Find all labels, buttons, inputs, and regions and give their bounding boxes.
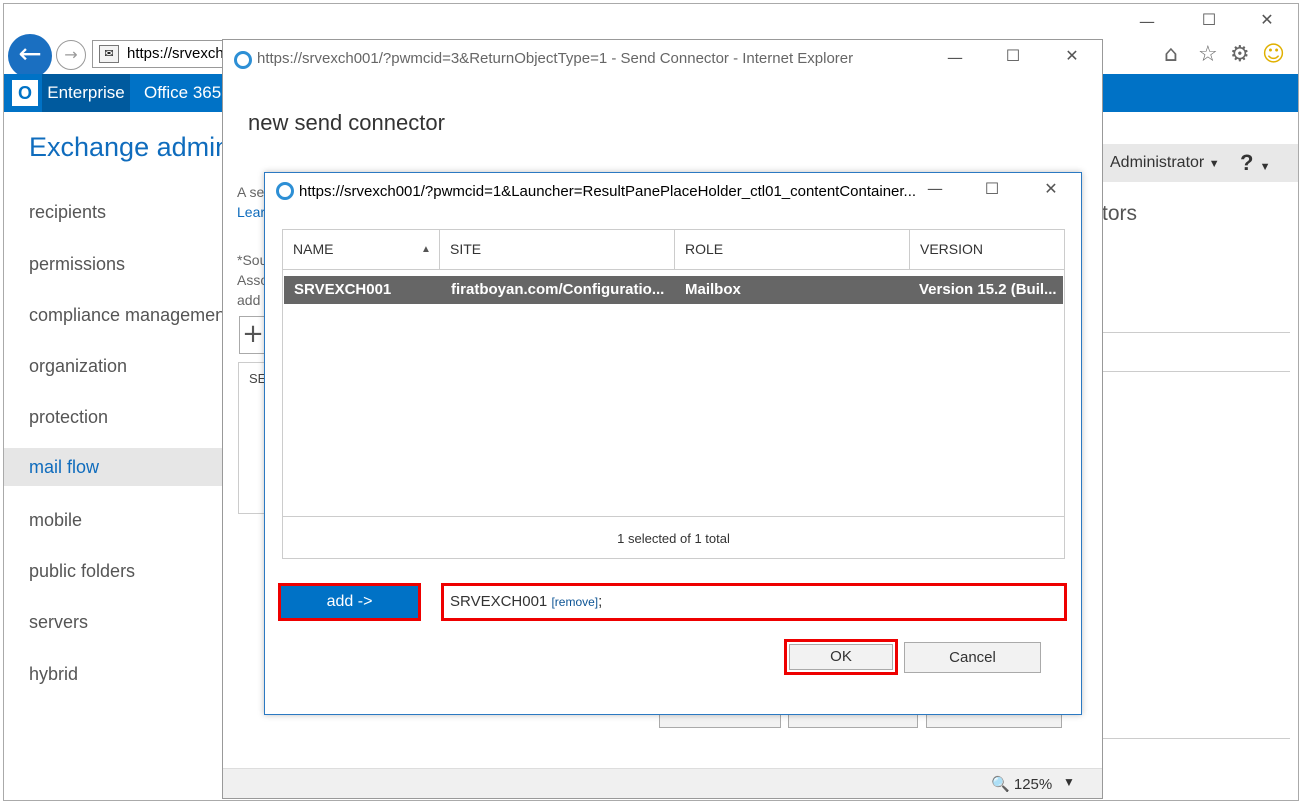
help-icon: ? bbox=[1240, 150, 1254, 175]
enterprise-tab[interactable]: Enterprise bbox=[42, 74, 130, 112]
maximize-button[interactable]: ☐ bbox=[1194, 10, 1224, 29]
column-header-site[interactable]: SITE bbox=[440, 230, 675, 269]
nav-item-recipients[interactable]: recipients bbox=[4, 193, 222, 231]
description-text: A se bbox=[237, 184, 265, 200]
nav-item-organization[interactable]: organization bbox=[4, 347, 222, 385]
nav-item-servers[interactable]: servers bbox=[4, 603, 222, 641]
nav-item-compliance-management[interactable]: compliance management bbox=[4, 296, 222, 334]
status-bar: 🔍 125% ▼ bbox=[223, 768, 1102, 798]
zoom-value: 125% bbox=[1013, 776, 1053, 793]
nav-item-mail-flow[interactable]: mail flow bbox=[4, 448, 222, 486]
admin-menu[interactable]: Administrator ▼ bbox=[1110, 144, 1220, 183]
caret-down-icon: ▼ bbox=[1259, 161, 1271, 173]
divider bbox=[1102, 738, 1290, 739]
caret-down-icon: ▼ bbox=[1208, 158, 1220, 170]
sort-ascending-icon: ▲ bbox=[421, 244, 431, 255]
cancel-button[interactable]: Cancel bbox=[904, 642, 1041, 673]
separator: ; bbox=[598, 593, 603, 610]
grid-header: NAME ▲ SITE ROLE VERSION bbox=[283, 230, 1064, 270]
nav-item-mobile[interactable]: mobile bbox=[4, 501, 222, 539]
learn-more-link[interactable]: Lear bbox=[237, 204, 265, 220]
forward-button[interactable]: → bbox=[56, 40, 86, 70]
maximize-button[interactable]: ☐ bbox=[998, 46, 1028, 65]
window-title: https://srvexch001/?pwmcid=3&ReturnObjec… bbox=[257, 50, 854, 67]
favorites-star-icon[interactable]: ☆ bbox=[1198, 42, 1218, 67]
ok-button-label: OK bbox=[789, 644, 893, 670]
nav-item-hybrid[interactable]: hybrid bbox=[4, 655, 222, 693]
cell-name: SRVEXCH001 bbox=[294, 281, 392, 298]
arrow-left-icon: ← bbox=[18, 37, 42, 70]
column-header-version[interactable]: VERSION bbox=[910, 230, 1065, 269]
admin-label: Administrator bbox=[1110, 154, 1205, 171]
add-text: add bbox=[237, 292, 261, 308]
caret-down-icon[interactable]: ▼ bbox=[1063, 775, 1075, 789]
zoom-level[interactable]: 🔍 125% bbox=[991, 775, 1052, 793]
add-button[interactable]: add -> bbox=[278, 583, 421, 621]
cell-role: Mailbox bbox=[685, 281, 741, 298]
smiley-feedback-icon[interactable]: ☺ bbox=[1262, 42, 1285, 67]
close-button[interactable]: ✕ bbox=[1057, 46, 1087, 65]
close-button[interactable]: ✕ bbox=[1252, 10, 1282, 29]
ok-button[interactable]: OK bbox=[784, 639, 898, 675]
ie-logo-icon bbox=[234, 51, 252, 69]
column-header-name[interactable]: NAME bbox=[283, 230, 440, 269]
server-grid: NAME ▲ SITE ROLE VERSION SRVEXCH001 fira… bbox=[282, 229, 1065, 559]
settings-gear-icon[interactable]: ⚙ bbox=[1230, 42, 1250, 67]
ie-logo-icon bbox=[276, 182, 294, 200]
divider bbox=[1102, 371, 1290, 372]
select-server-dialog: https://srvexch001/?pwmcid=1&Launcher=Re… bbox=[264, 172, 1082, 715]
magnifier-icon: 🔍 bbox=[991, 776, 1010, 793]
nav-item-public-folders[interactable]: public folders bbox=[4, 552, 222, 590]
add-button-label: add -> bbox=[282, 587, 417, 617]
background-heading-fragment: tors bbox=[1102, 202, 1138, 225]
home-icon[interactable]: ⌂ bbox=[1164, 42, 1178, 67]
address-bar[interactable]: ✉ https://srvexch bbox=[92, 40, 232, 68]
divider bbox=[1102, 332, 1290, 333]
source-label: *Sou bbox=[237, 252, 268, 268]
selected-servers-field: SRVEXCH001 [remove]; bbox=[441, 583, 1067, 621]
address-text: https://srvexch bbox=[127, 45, 224, 62]
cell-site: firatboyan.com/Configuratio... bbox=[451, 281, 665, 298]
close-button[interactable]: ✕ bbox=[1036, 179, 1066, 198]
minimize-button[interactable]: — bbox=[940, 48, 970, 67]
cell-version: Version 15.2 (Buil... bbox=[919, 281, 1057, 298]
maximize-button[interactable]: ☐ bbox=[977, 179, 1007, 198]
wizard-heading: new send connector bbox=[248, 110, 445, 135]
column-header-role[interactable]: ROLE bbox=[675, 230, 910, 269]
back-button[interactable]: ← bbox=[8, 34, 52, 78]
nav-item-permissions[interactable]: permissions bbox=[4, 245, 222, 283]
office365-tab[interactable]: Office 365 bbox=[144, 74, 221, 112]
office-logo-icon[interactable]: O bbox=[12, 80, 38, 106]
dialog-title: https://srvexch001/?pwmcid=1&Launcher=Re… bbox=[299, 183, 917, 200]
user-area: Administrator ▼ ? ▼ bbox=[1102, 144, 1298, 183]
remove-link[interactable]: [remove] bbox=[551, 595, 598, 609]
selection-count: 1 selected of 1 total bbox=[283, 516, 1064, 559]
help-menu[interactable]: ? ▼ bbox=[1240, 144, 1270, 186]
table-row[interactable]: SRVEXCH001 firatboyan.com/Configuratio..… bbox=[284, 276, 1063, 304]
nav-item-protection[interactable]: protection bbox=[4, 398, 222, 436]
selected-server: SRVEXCH001 bbox=[450, 593, 548, 610]
minimize-button[interactable]: — bbox=[1132, 12, 1162, 31]
arrow-right-icon: → bbox=[64, 45, 78, 64]
page-icon: ✉ bbox=[99, 45, 119, 63]
minimize-button[interactable]: — bbox=[920, 179, 950, 198]
add-icon[interactable]: + bbox=[239, 316, 267, 354]
